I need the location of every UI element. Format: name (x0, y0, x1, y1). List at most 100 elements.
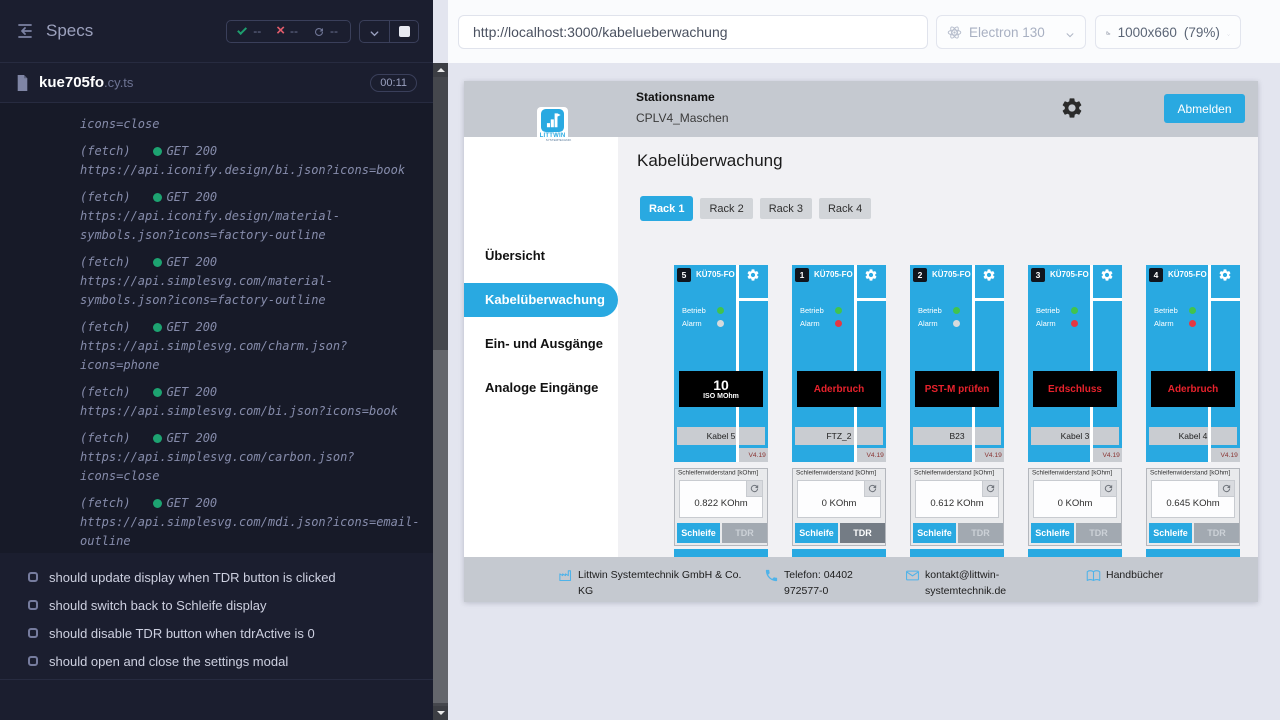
alarm-led-row: Alarm (682, 319, 724, 328)
panel-divider (739, 298, 769, 301)
refresh-icon (1103, 483, 1114, 494)
panel-divider (857, 298, 887, 301)
success-dot-icon (153, 388, 162, 397)
firmware-version: V4.19 (975, 448, 1005, 462)
tdr-button[interactable]: TDR (958, 523, 1003, 543)
success-dot-icon (153, 193, 162, 202)
status-text: Aderbruch (814, 384, 865, 395)
viewport-selector[interactable]: 1000x660 (79%) (1095, 15, 1241, 49)
module-settings-gear-icon[interactable] (864, 268, 878, 282)
fetch-url: https://api.simplesvg.com/carbon.json?ic… (80, 448, 425, 486)
fetch-url: https://api.simplesvg.com/mdi.json?icons… (80, 513, 425, 551)
test-title: should disable TDR button when tdrActive… (49, 626, 315, 641)
resistance-panel: Schleifenwiderstand [kOhm] 0.612 KOhm Sc… (910, 468, 1004, 546)
log-entry: icons=close (80, 115, 425, 134)
module-model: KÜ705-FO (814, 270, 853, 279)
fetch-result: GET 200 (167, 255, 218, 269)
tdr-button[interactable]: TDR (840, 523, 885, 543)
sidebar-item[interactable]: Analoge Eingänge (464, 371, 618, 405)
fetch-url: https://api.iconify.design/bi.json?icons… (80, 161, 425, 180)
browser-selector[interactable]: Electron 130 (936, 15, 1086, 49)
reporter-scrollbar[interactable] (433, 63, 448, 720)
fetch-label: (fetch) (80, 431, 131, 445)
scroll-up-button[interactable] (433, 63, 448, 77)
test-state-icon (28, 656, 38, 666)
tdr-button[interactable]: TDR (1194, 523, 1239, 543)
runner-controls (359, 20, 419, 43)
specs-title[interactable]: Specs (46, 21, 93, 41)
module-settings-gear-icon[interactable] (1218, 268, 1232, 282)
rack-tab[interactable]: Rack 2 (700, 198, 752, 219)
test-item[interactable]: should switch back to Schleife display (0, 591, 433, 619)
app-footer: Littwin Systemtechnik GmbH & Co. KG Tele… (464, 557, 1258, 602)
status-display: 10 ISO MOhm (679, 371, 763, 407)
scroll-down-button[interactable] (433, 706, 448, 720)
specs-menu-icon[interactable] (16, 21, 36, 41)
betrieb-led (835, 307, 842, 314)
schleife-button[interactable]: Schleife (677, 523, 720, 543)
logout-button[interactable]: Abmelden (1164, 94, 1245, 123)
module-front-panel: FTZ_2 V4.19 1 KÜ705-FO Betrieb (792, 265, 886, 462)
fetch-label: (fetch) (80, 385, 131, 399)
log-entry: (fetch)GET 200 https://api.simplesvg.com… (80, 383, 425, 421)
resistance-display: 0.645 KOhm (1151, 480, 1235, 518)
schleife-button[interactable]: Schleife (913, 523, 956, 543)
spec-name[interactable]: kue705fo (39, 74, 104, 91)
module-settings-gear-icon[interactable] (982, 268, 996, 282)
reporter-header: Specs -- -- -- (0, 0, 433, 63)
status-display: Aderbruch (797, 371, 881, 407)
footer-phone: Telefon: 04402 972577-0 (764, 567, 864, 599)
rack-tab[interactable]: Rack 4 (819, 198, 871, 219)
fetch-url: icons=close (80, 115, 425, 134)
rack-tab[interactable]: Rack 3 (760, 198, 812, 219)
sidebar-item[interactable]: Kabelüberwachung (464, 283, 618, 317)
refresh-icon (1221, 483, 1232, 494)
slot-number: 1 (795, 268, 809, 282)
url-input[interactable] (458, 15, 928, 49)
refresh-button[interactable] (864, 481, 880, 497)
schleife-button[interactable]: Schleife (1149, 523, 1192, 543)
test-item[interactable]: should disable TDR button when tdrActive… (0, 619, 433, 647)
module-settings-gear-icon[interactable] (746, 268, 760, 282)
rack-tab[interactable]: Rack 1 (640, 196, 693, 221)
cable-name-label: FTZ_2 (795, 427, 883, 445)
refresh-button[interactable] (1218, 481, 1234, 497)
betrieb-led-row: Betrieb (800, 306, 842, 315)
refresh-button[interactable] (1100, 481, 1116, 497)
betrieb-led-row: Betrieb (682, 306, 724, 315)
test-item[interactable]: should update display when TDR button is… (0, 563, 433, 591)
fetch-label: (fetch) (80, 255, 131, 269)
panel-divider (1093, 298, 1123, 301)
tdr-button[interactable]: TDR (1076, 523, 1121, 543)
schleife-button[interactable]: Schleife (1031, 523, 1074, 543)
schleife-button[interactable]: Schleife (795, 523, 838, 543)
fetch-label: (fetch) (80, 496, 131, 510)
collapse-button[interactable] (360, 21, 389, 42)
logo-stairs-icon (541, 109, 564, 132)
slot-number: 2 (913, 268, 927, 282)
resistance-display: 0 KOhm (797, 480, 881, 518)
alarm-led (835, 320, 842, 327)
cable-module-card: B23 V4.19 2 KÜ705-FO Betrieb (910, 265, 1004, 573)
sidebar-item[interactable]: Ein- und Ausgänge (464, 327, 618, 361)
test-title: should update display when TDR button is… (49, 570, 336, 585)
station-info: Stationsname CPLV4_Maschen (636, 90, 729, 125)
sidebar-item[interactable]: Übersicht (464, 239, 618, 273)
settings-gear-icon[interactable] (1060, 96, 1084, 120)
refresh-button[interactable] (982, 481, 998, 497)
footer-company: Littwin Systemtechnik GmbH & Co. KG (558, 567, 754, 599)
refresh-button[interactable] (746, 481, 762, 497)
status-text: Aderbruch (1168, 384, 1219, 395)
page-title: Kabelüberwachung (637, 151, 783, 171)
mode-buttons: Schleife TDR (677, 523, 767, 543)
fetch-label: (fetch) (80, 190, 131, 204)
tdr-button[interactable]: TDR (722, 523, 767, 543)
module-settings-gear-icon[interactable] (1100, 268, 1114, 282)
log-entry: (fetch)GET 200 https://api.simplesvg.com… (80, 429, 425, 486)
test-item[interactable]: should open and close the settings modal (0, 647, 433, 675)
success-dot-icon (153, 434, 162, 443)
panel-divider (1090, 265, 1093, 462)
scrollbar-thumb[interactable] (433, 350, 448, 703)
stop-button[interactable] (389, 21, 418, 42)
footer-manuals[interactable]: Handbücher (1086, 567, 1163, 583)
